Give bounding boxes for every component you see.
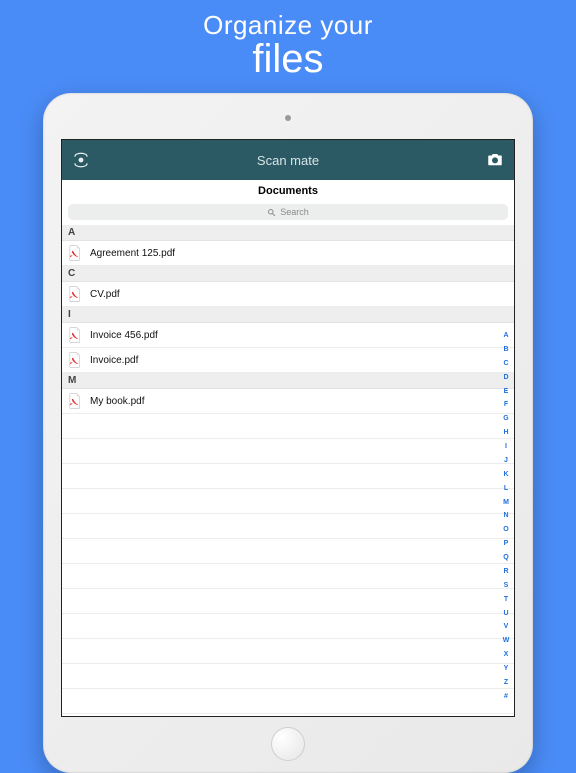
index-letter[interactable]: B bbox=[503, 346, 508, 353]
index-letter[interactable]: X bbox=[504, 651, 509, 658]
section-header: A bbox=[62, 225, 514, 241]
promo-text: Organize your files bbox=[203, 10, 373, 79]
empty-row bbox=[62, 639, 514, 664]
index-letter[interactable]: J bbox=[504, 457, 508, 464]
file-name: Agreement 125.pdf bbox=[90, 248, 175, 259]
home-button[interactable] bbox=[271, 727, 305, 761]
index-letter[interactable]: K bbox=[503, 471, 508, 478]
pdf-icon bbox=[68, 393, 82, 409]
index-letter[interactable]: L bbox=[504, 485, 508, 492]
file-name: Invoice.pdf bbox=[90, 355, 138, 366]
index-letter[interactable]: Z bbox=[504, 679, 508, 686]
section-header: C bbox=[62, 266, 514, 282]
pdf-icon bbox=[68, 327, 82, 343]
alpha-index[interactable]: ABCDEFGHIJKLMNOPQRSTUVWXYZ # bbox=[500, 332, 512, 700]
index-letter[interactable]: Y bbox=[504, 665, 509, 672]
index-letter[interactable]: H bbox=[503, 429, 508, 436]
navbar-title: Scan mate bbox=[90, 153, 486, 168]
index-letter[interactable]: O bbox=[503, 526, 508, 533]
empty-row bbox=[62, 514, 514, 539]
navbar: Scan mate bbox=[62, 140, 514, 180]
index-letter[interactable]: D bbox=[503, 374, 508, 381]
page-title: Documents bbox=[62, 180, 514, 201]
empty-row bbox=[62, 614, 514, 639]
index-letter[interactable]: E bbox=[504, 388, 509, 395]
index-letter[interactable]: S bbox=[504, 582, 509, 589]
search-wrap: Search bbox=[62, 201, 514, 225]
file-name: My book.pdf bbox=[90, 396, 144, 407]
file-row[interactable]: CV.pdf bbox=[62, 282, 514, 307]
empty-row bbox=[62, 689, 514, 714]
pdf-icon bbox=[68, 352, 82, 368]
index-letter[interactable]: # bbox=[504, 693, 508, 700]
section-header: I bbox=[62, 307, 514, 323]
file-row[interactable]: Invoice 456.pdf bbox=[62, 323, 514, 348]
index-letter[interactable]: I bbox=[505, 443, 507, 450]
index-letter[interactable]: W bbox=[503, 637, 510, 644]
empty-row bbox=[62, 439, 514, 464]
file-list[interactable]: A Agreement 125.pdf C CV.pdf I Invoice 456.pd… bbox=[62, 225, 514, 716]
pdf-icon bbox=[68, 245, 82, 261]
index-letter[interactable]: Q bbox=[503, 554, 508, 561]
file-row[interactable]: Agreement 125.pdf bbox=[62, 241, 514, 266]
search-input[interactable]: Search bbox=[68, 204, 508, 220]
pdf-icon bbox=[68, 286, 82, 302]
index-letter[interactable]: C bbox=[503, 360, 508, 367]
device-frame: Scan mate Documents Search A Agreement 12… bbox=[43, 93, 533, 773]
empty-row bbox=[62, 664, 514, 689]
index-letter[interactable]: R bbox=[503, 568, 508, 575]
empty-row bbox=[62, 414, 514, 439]
index-letter[interactable]: A bbox=[503, 332, 508, 339]
index-letter[interactable]: U bbox=[503, 610, 508, 617]
file-row[interactable]: Invoice.pdf bbox=[62, 348, 514, 373]
index-letter[interactable]: N bbox=[503, 512, 508, 519]
empty-row bbox=[62, 589, 514, 614]
camera-icon[interactable] bbox=[486, 151, 504, 169]
index-letter[interactable]: G bbox=[503, 415, 508, 422]
file-name: Invoice 456.pdf bbox=[90, 330, 158, 341]
index-letter[interactable]: F bbox=[504, 401, 508, 408]
index-letter[interactable]: T bbox=[504, 596, 508, 603]
promo-line2: files bbox=[203, 39, 373, 79]
index-letter[interactable]: V bbox=[504, 623, 509, 630]
app-screen: Scan mate Documents Search A Agreement 12… bbox=[61, 139, 515, 717]
file-row[interactable]: My book.pdf bbox=[62, 389, 514, 414]
empty-row bbox=[62, 489, 514, 514]
search-placeholder: Search bbox=[280, 207, 309, 217]
device-camera bbox=[285, 115, 291, 121]
index-letter[interactable]: P bbox=[504, 540, 509, 547]
index-letter[interactable]: M bbox=[503, 499, 509, 506]
section-header: M bbox=[62, 373, 514, 389]
empty-row bbox=[62, 464, 514, 489]
search-icon bbox=[267, 208, 276, 217]
empty-row bbox=[62, 539, 514, 564]
file-name: CV.pdf bbox=[90, 289, 120, 300]
empty-row bbox=[62, 714, 514, 716]
app-logo-icon[interactable] bbox=[72, 151, 90, 169]
empty-row bbox=[62, 564, 514, 589]
